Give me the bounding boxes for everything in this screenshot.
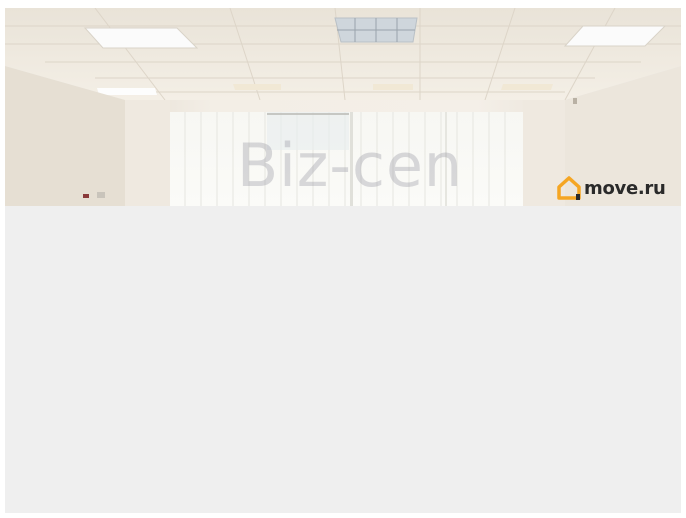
office-photo[interactable]: Biz-cen move.ru [5, 8, 681, 206]
brand-logo: move.ru [556, 175, 666, 201]
house-logo-icon [557, 176, 581, 200]
watermark-text: Biz-cen [237, 131, 463, 201]
gallery-frame: Biz-cen move.ru [5, 8, 681, 513]
brand-name: move.ru [584, 177, 666, 199]
content-placeholder [5, 206, 681, 513]
